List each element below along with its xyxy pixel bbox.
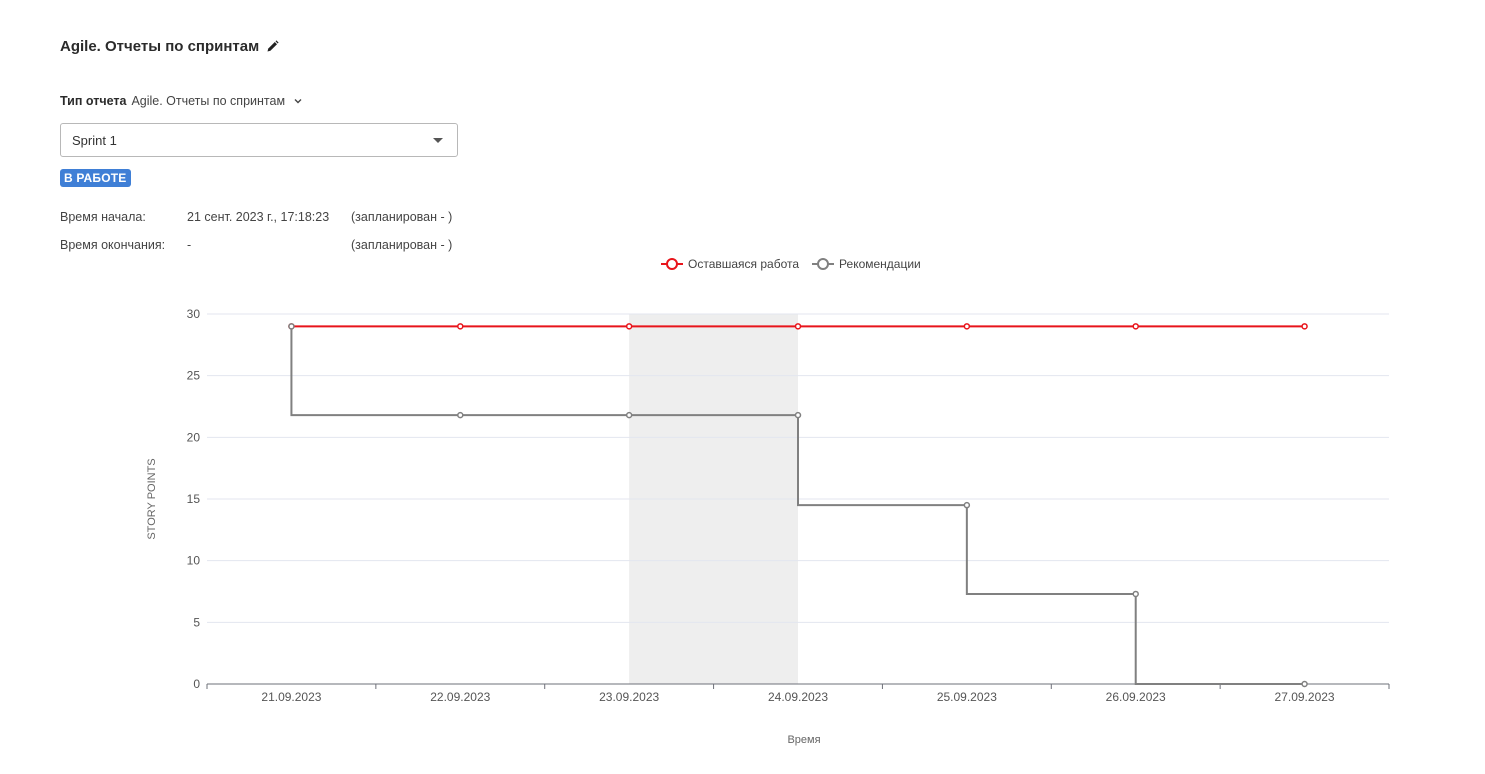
y-tick-label: 30 bbox=[187, 307, 201, 321]
data-point-recommend bbox=[288, 323, 295, 330]
data-point-recommend bbox=[963, 501, 971, 509]
data-point-remaining bbox=[794, 323, 802, 330]
data-point-remaining bbox=[457, 323, 464, 330]
burndown-chart: 0 5 10 15 20 25 30 21.09.2023 22.09.2023 23.09.20… bbox=[146, 307, 1390, 746]
x-tick-label: 25.09.2023 bbox=[937, 690, 997, 704]
y-tick-label: 10 bbox=[187, 554, 201, 568]
x-tick-label: 27.09.2023 bbox=[1275, 690, 1335, 704]
x-axis-title: Время bbox=[787, 734, 820, 746]
data-point-recommend bbox=[1132, 590, 1139, 598]
x-tick-label: 22.09.2023 bbox=[430, 690, 490, 704]
y-tick-label: 0 bbox=[193, 677, 200, 691]
y-tick-label: 25 bbox=[187, 369, 201, 383]
data-point-remaining bbox=[963, 323, 971, 330]
x-tick-label: 24.09.2023 bbox=[768, 690, 828, 704]
data-point-recommend bbox=[794, 411, 802, 419]
x-tick-label: 26.09.2023 bbox=[1106, 690, 1166, 704]
data-point-remaining bbox=[1132, 323, 1139, 330]
y-tick-label: 20 bbox=[187, 430, 201, 444]
y-axis-title: STORY POINTS bbox=[146, 458, 158, 539]
y-tick-label: 5 bbox=[193, 615, 200, 629]
data-point-remaining bbox=[1301, 323, 1308, 330]
x-tick-label: 21.09.2023 bbox=[261, 690, 321, 704]
data-point-recommend bbox=[625, 411, 633, 419]
data-point-remaining bbox=[625, 323, 633, 330]
data-point-recommend bbox=[457, 411, 464, 419]
x-tick-label: 23.09.2023 bbox=[599, 690, 659, 704]
y-tick-label: 15 bbox=[187, 492, 201, 506]
data-point-recommend bbox=[1301, 680, 1308, 688]
sprint-report-page: Agile. Отчеты по спринтам Тип отчета Agi… bbox=[0, 0, 1485, 774]
